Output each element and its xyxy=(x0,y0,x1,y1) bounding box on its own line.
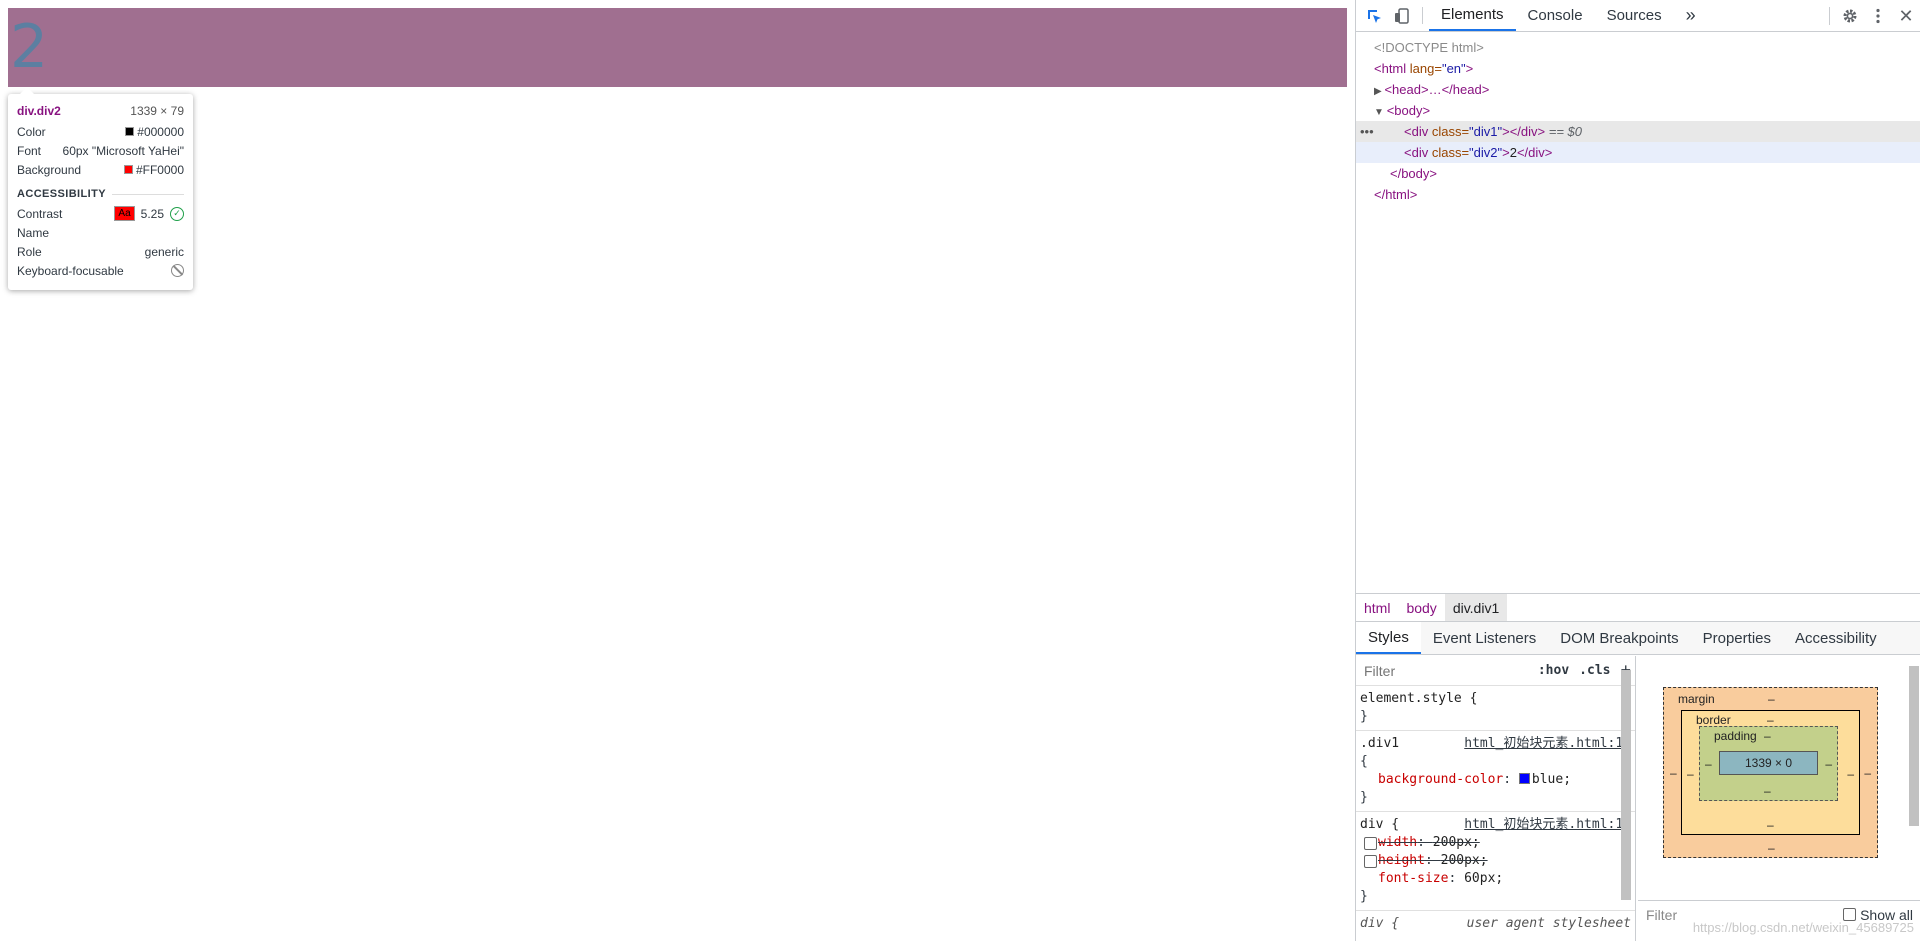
more-tabs-button[interactable]: » xyxy=(1674,0,1708,31)
box-model-scrollbar[interactable] xyxy=(1909,666,1919,826)
dom-html-open[interactable]: <html lang="en"> xyxy=(1356,58,1920,79)
div1-rule[interactable]: .div1 html_初始块元素.html:19 { background-co… xyxy=(1356,731,1635,812)
kebab-menu-icon[interactable] xyxy=(1864,8,1892,24)
toolbar-separator xyxy=(1422,7,1423,24)
box-model-content[interactable]: 1339 × 0 xyxy=(1719,751,1818,775)
styles-filter-input[interactable] xyxy=(1360,659,1485,682)
tab-elements[interactable]: Elements xyxy=(1429,0,1516,31)
tab-event-listeners[interactable]: Event Listeners xyxy=(1421,622,1548,654)
color-swatch-icon xyxy=(125,127,135,136)
div2-element[interactable]: 2 xyxy=(8,8,1347,87)
breadcrumb-html[interactable]: html xyxy=(1356,594,1398,622)
blue-color-swatch[interactable] xyxy=(1518,773,1530,784)
tooltip-color-label: Color xyxy=(17,124,46,139)
box-model-border[interactable]: border – – – – padding – – – – 1339 × 0 xyxy=(1681,710,1860,835)
tooltip-size: 1339 × 79 xyxy=(130,103,184,118)
tooltip-contrast-value: 5.25 xyxy=(140,206,164,221)
watermark: https://blog.csdn.net/weixin_45689725 xyxy=(1692,920,1914,935)
dom-tree: <!DOCTYPE html> <html lang="en"> ▶ <head… xyxy=(1356,37,1920,592)
tooltip-font-value: 60px "Microsoft YaHei" xyxy=(62,143,184,158)
ellipsis-icon[interactable]: ••• xyxy=(1360,121,1374,142)
device-toolbar-icon[interactable] xyxy=(1388,0,1416,31)
tooltip-accessibility-title: ACCESSIBILITY xyxy=(17,188,184,200)
element-style-rule[interactable]: element.style { } xyxy=(1356,686,1635,731)
check-circle-icon: ✓ xyxy=(170,206,184,221)
tab-dom-breakpoints[interactable]: DOM Breakpoints xyxy=(1548,622,1690,654)
height-checkbox[interactable] xyxy=(1364,855,1377,868)
breadcrumb-div1[interactable]: div.div1 xyxy=(1444,593,1508,622)
close-icon[interactable]: ✕ xyxy=(1892,6,1920,27)
cls-button[interactable]: .cls xyxy=(1579,663,1610,678)
tooltip-role-label: Role xyxy=(17,244,42,259)
dom-div1-selected[interactable]: ••• <div class="div1"></div> == $0 xyxy=(1356,121,1920,142)
computed-filter-input[interactable]: Filter xyxy=(1646,907,1677,923)
tooltip-role-value: generic xyxy=(144,244,184,259)
tooltip-background-value: #FF0000 xyxy=(135,162,184,177)
breadcrumb: html body div.div1 xyxy=(1356,593,1920,622)
width-checkbox[interactable] xyxy=(1364,837,1377,850)
div-rule[interactable]: div { html_初始块元素.html:13 width: 200px; h… xyxy=(1356,812,1635,911)
tab-accessibility[interactable]: Accessibility xyxy=(1783,622,1889,654)
breadcrumb-body[interactable]: body xyxy=(1398,594,1444,622)
hov-button[interactable]: :hov xyxy=(1538,663,1569,678)
styles-scrollbar[interactable] xyxy=(1621,670,1631,900)
settings-gear-icon[interactable] xyxy=(1836,8,1864,24)
dom-body-close[interactable]: </body> xyxy=(1356,163,1920,184)
tab-console[interactable]: Console xyxy=(1516,0,1595,31)
user-agent-rule[interactable]: div { user agent stylesheet xyxy=(1356,911,1635,937)
tooltip-background-label: Background xyxy=(17,162,82,177)
tooltip-font-label: Font xyxy=(17,143,42,158)
not-focusable-icon xyxy=(171,264,184,277)
tooltip-name-label: Name xyxy=(17,225,50,240)
sidebar-tabs: Styles Event Listeners DOM Breakpoints P… xyxy=(1356,621,1920,655)
inspect-element-icon[interactable] xyxy=(1360,0,1388,31)
rule1-source-link[interactable]: html_初始块元素.html:19 xyxy=(1464,735,1631,753)
toolbar-separator-right xyxy=(1829,7,1830,25)
tab-sources[interactable]: Sources xyxy=(1595,0,1674,31)
tab-properties[interactable]: Properties xyxy=(1691,622,1783,654)
inspect-tooltip: div.div2 1339 × 79 Color #000000 Font 60… xyxy=(8,87,193,290)
contrast-badge: Aa xyxy=(114,206,135,221)
dom-doctype[interactable]: <!DOCTYPE html> xyxy=(1356,37,1920,58)
rule2-source-link[interactable]: html_初始块元素.html:13 xyxy=(1464,816,1631,834)
tooltip-color-value: #000000 xyxy=(137,124,184,139)
styles-pane: :hov .cls + element.style { } .div1 html… xyxy=(1356,656,1636,941)
dom-head[interactable]: ▶ <head>…</head> xyxy=(1356,79,1920,100)
dom-div2[interactable]: <div class="div2">2</div> xyxy=(1356,142,1920,163)
tooltip-contrast-label: Contrast xyxy=(17,206,63,221)
box-model-padding[interactable]: padding – – – – 1339 × 0 xyxy=(1699,726,1838,801)
div2-text: 2 xyxy=(10,12,49,82)
tooltip-tag: div.div2 xyxy=(17,103,61,118)
devtools-toolbar: Elements Console Sources » ✕ xyxy=(1356,0,1920,32)
box-model-pane: margin – – – – border – – – – padding – … xyxy=(1638,656,1920,941)
devtools-panel: Elements Console Sources » ✕ <!DOCTYPE h… xyxy=(1355,0,1920,941)
tab-styles[interactable]: Styles xyxy=(1356,622,1421,654)
page-viewport: 2 div.div2 1339 × 79 Color #000000 Font … xyxy=(0,0,1355,941)
background-swatch-icon xyxy=(123,165,133,174)
dom-html-close[interactable]: </html> xyxy=(1356,184,1920,205)
dom-body-open[interactable]: ▼ <body> xyxy=(1356,100,1920,121)
tooltip-keyboard-label: Keyboard-focusable xyxy=(17,263,124,278)
box-model-margin[interactable]: margin – – – – border – – – – padding – … xyxy=(1663,687,1878,858)
